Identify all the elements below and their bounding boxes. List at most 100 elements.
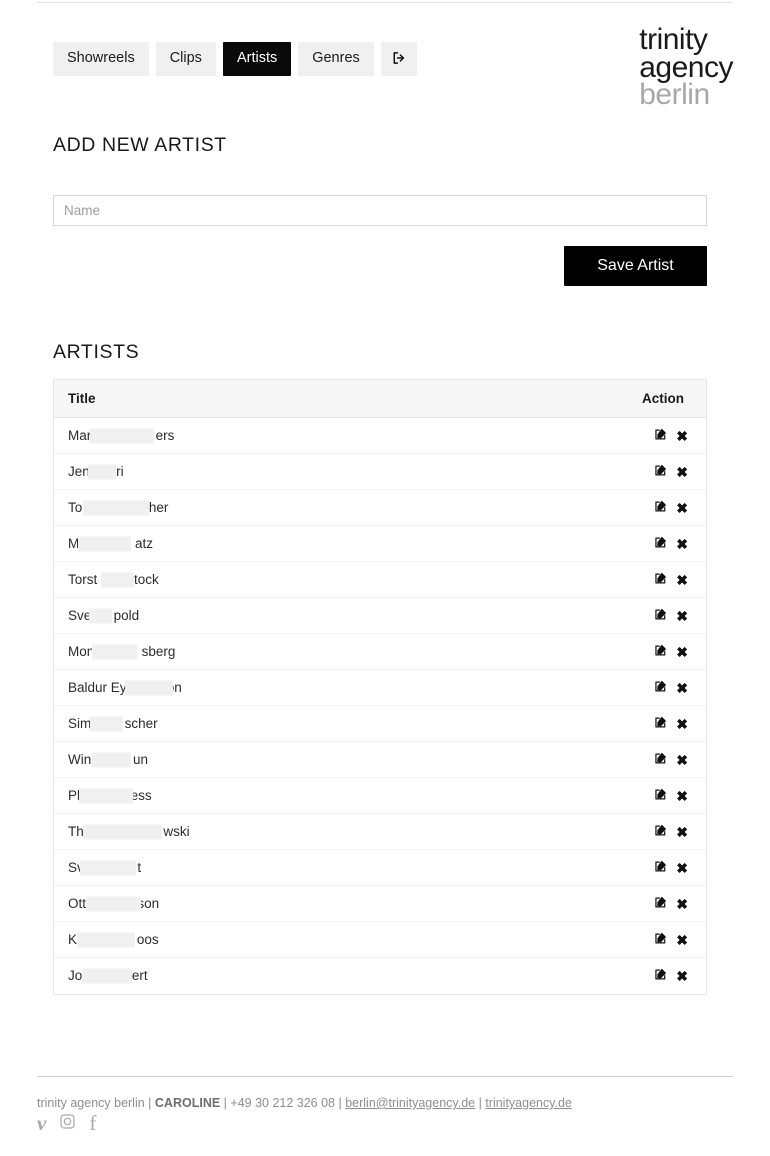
- delete-cross-icon[interactable]: ✖: [676, 609, 688, 623]
- artist-name: Sim scher: [68, 716, 158, 731]
- delete-cross-icon[interactable]: ✖: [676, 681, 688, 695]
- edit-pencil-icon[interactable]: [654, 536, 667, 552]
- artist-name-suffix: un: [132, 752, 148, 767]
- artist-title-cell: Winn un: [54, 741, 483, 778]
- artist-name-suffix: son: [137, 896, 160, 911]
- edit-pencil-icon[interactable]: [654, 968, 667, 984]
- delete-cross-icon[interactable]: ✖: [676, 969, 688, 983]
- table-row: Ott son ✖: [54, 885, 706, 922]
- delete-cross-icon[interactable]: ✖: [676, 861, 688, 875]
- artist-name-suffix: t: [137, 860, 142, 875]
- footer-sep-3: |: [335, 1096, 346, 1110]
- redaction-box: [79, 788, 133, 803]
- artist-name: Ott son: [68, 896, 159, 911]
- artist-name: Jo ert: [68, 968, 148, 984]
- edit-pencil-icon[interactable]: [654, 752, 667, 768]
- artist-name-prefix: Mar: [68, 428, 92, 443]
- facebook-icon[interactable]: f: [89, 1113, 96, 1134]
- artist-title-cell: To her: [54, 489, 483, 526]
- nav-tab-clips[interactable]: Clips: [155, 42, 216, 76]
- column-header-title: Title: [54, 380, 483, 418]
- artist-name-prefix: Ott: [68, 896, 87, 911]
- edit-pencil-icon[interactable]: [654, 716, 667, 732]
- table-header-row: Title Action: [54, 380, 706, 418]
- artist-name-prefix: Winn: [68, 752, 99, 767]
- artist-title-cell: Pl ess: [54, 777, 483, 814]
- table-row: Torst stock ✖: [54, 561, 706, 598]
- footer-website-link[interactable]: trinityagency.de: [485, 1096, 572, 1110]
- table-row: To her ✖: [54, 489, 706, 526]
- artist-name-prefix: Pl: [68, 788, 81, 803]
- delete-cross-icon[interactable]: ✖: [676, 897, 688, 911]
- artist-name-suffix: atz: [135, 536, 154, 551]
- artist-name-suffix: scher: [124, 716, 158, 731]
- artist-action-cell: ✖: [482, 705, 706, 742]
- artists-table: Title Action Mar ers ✖ Jen ri ✖ To her ✖ Matz ✖ Tor…: [54, 380, 706, 994]
- instagram-icon[interactable]: [60, 1113, 75, 1134]
- edit-pencil-icon[interactable]: [654, 860, 667, 876]
- redaction-box: [83, 824, 162, 839]
- artist-name-suffix: ert: [131, 968, 148, 984]
- artist-title-cell: Torst stock: [54, 561, 483, 598]
- edit-pencil-icon[interactable]: [654, 572, 667, 588]
- delete-cross-icon[interactable]: ✖: [676, 573, 688, 587]
- artist-title-cell: Sv t: [54, 849, 483, 886]
- artist-name: Koos: [68, 932, 159, 947]
- delete-cross-icon[interactable]: ✖: [676, 429, 688, 443]
- save-artist-button[interactable]: Save Artist: [564, 246, 707, 286]
- logo-line-1: trinity: [639, 23, 708, 56]
- redaction-box: [90, 716, 123, 731]
- artist-name-prefix: To: [68, 500, 83, 515]
- artist-name: Jen ri: [68, 464, 124, 479]
- redaction-box: [92, 644, 137, 659]
- artist-title-cell: Baldur Ey on: [54, 669, 483, 706]
- edit-pencil-icon[interactable]: [654, 428, 667, 444]
- edit-pencil-icon[interactable]: [654, 500, 667, 516]
- delete-cross-icon[interactable]: ✖: [676, 933, 688, 947]
- column-header-action: Action: [482, 380, 706, 418]
- delete-cross-icon[interactable]: ✖: [676, 753, 688, 767]
- footer-contact-line: trinity agency berlin | CAROLINE | +49 3…: [37, 1096, 572, 1110]
- delete-cross-icon[interactable]: ✖: [676, 465, 688, 479]
- redaction-box: [90, 428, 154, 443]
- artist-action-cell: ✖: [482, 813, 706, 850]
- table-row: Sim scher ✖: [54, 705, 706, 742]
- nav-logout-button[interactable]: [380, 42, 417, 76]
- edit-pencil-icon[interactable]: [654, 464, 667, 480]
- artist-action-cell: ✖: [482, 561, 706, 598]
- artist-title-cell: Matz: [54, 525, 483, 562]
- table-row: Jen ri ✖: [54, 453, 706, 490]
- artists-heading: ARTISTS: [53, 341, 140, 363]
- nav-tab-showreels[interactable]: Showreels: [53, 42, 149, 76]
- redaction-box: [86, 896, 141, 911]
- edit-pencil-icon[interactable]: [654, 680, 667, 696]
- redaction-box: [82, 968, 132, 984]
- delete-cross-icon[interactable]: ✖: [676, 717, 688, 731]
- edit-pencil-icon[interactable]: [654, 896, 667, 912]
- delete-cross-icon[interactable]: ✖: [676, 789, 688, 803]
- edit-pencil-icon[interactable]: [654, 932, 667, 948]
- edit-pencil-icon[interactable]: [654, 608, 667, 624]
- artist-action-cell: ✖: [482, 921, 706, 958]
- delete-cross-icon[interactable]: ✖: [676, 537, 688, 551]
- nav-tab-genres[interactable]: Genres: [298, 42, 374, 76]
- edit-pencil-icon[interactable]: [654, 788, 667, 804]
- nav-tab-artists[interactable]: Artists: [222, 42, 292, 76]
- artist-title-cell: Mar ers: [54, 417, 483, 454]
- vimeo-icon[interactable]: v: [37, 1113, 46, 1134]
- edit-pencil-icon[interactable]: [654, 824, 667, 840]
- delete-cross-icon[interactable]: ✖: [676, 645, 688, 659]
- footer-email-link[interactable]: berlin@trinityagency.de: [345, 1096, 475, 1110]
- artist-name: Sv t: [68, 860, 141, 875]
- add-artist-heading: ADD NEW ARTIST: [53, 134, 227, 156]
- redaction-box: [89, 608, 112, 623]
- table-row: Sve pold ✖: [54, 597, 706, 634]
- artist-name-suffix: wski: [163, 824, 190, 839]
- edit-pencil-icon[interactable]: [654, 644, 667, 660]
- delete-cross-icon[interactable]: ✖: [676, 825, 688, 839]
- table-row: Mon sberg ✖: [54, 633, 706, 670]
- redaction-box: [80, 860, 136, 875]
- artist-name-input[interactable]: [53, 195, 707, 226]
- artist-action-cell: ✖: [482, 885, 706, 922]
- delete-cross-icon[interactable]: ✖: [676, 501, 688, 515]
